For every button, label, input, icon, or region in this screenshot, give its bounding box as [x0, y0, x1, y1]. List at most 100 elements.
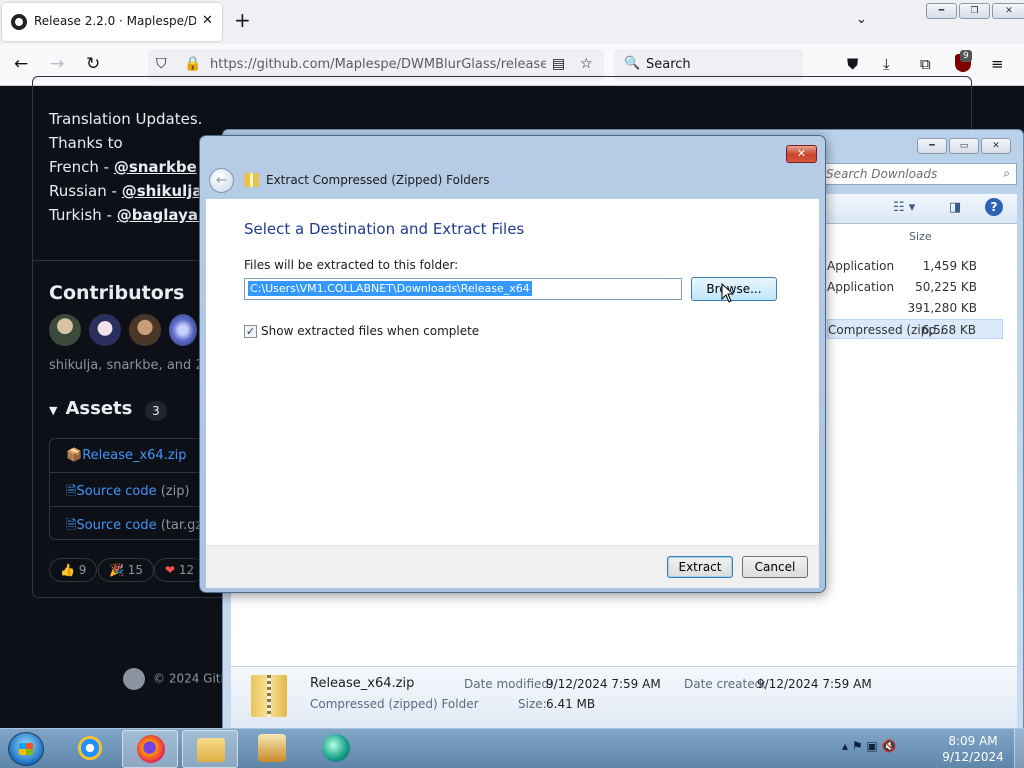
app-icon — [322, 734, 350, 762]
reader-view-icon[interactable]: ▤ — [552, 56, 565, 72]
search-icon: 🔍 — [624, 56, 641, 71]
reaction-thumbs-up[interactable]: 👍 9 — [49, 558, 98, 582]
new-tab-button[interactable]: + — [234, 9, 251, 31]
assets-list: 📦Release_x64.zip 🗎Source code (zip) 🗎Sou… — [49, 438, 209, 540]
menu-icon[interactable]: ≡ — [991, 54, 1004, 74]
firefox-icon — [137, 735, 165, 763]
view-options-icon[interactable]: ☷ ▾ — [893, 200, 915, 215]
file-row[interactable]: 391,280 KB — [827, 298, 1003, 318]
github-favicon-icon — [11, 14, 27, 30]
taskbar-file-explorer[interactable] — [182, 730, 238, 768]
search-icon: ⌕ — [1003, 166, 1010, 180]
explorer-window-controls: ━ ▭ ✕ — [917, 138, 1011, 154]
back-arrow-icon[interactable]: ← — [14, 54, 28, 74]
reaction-hooray[interactable]: 🎉 15 — [98, 558, 155, 582]
destination-path-input[interactable]: C:\Users\VM1.COLLABNET\Downloads\Release… — [244, 278, 682, 300]
file-row[interactable]: Application 50,225 KB — [827, 277, 1003, 297]
tab-title: Release 2.2.0 · Maplespe/DWMB — [34, 14, 196, 28]
show-files-checkbox-label[interactable]: Show extracted files when complete — [261, 324, 479, 338]
assets-count-badge: 3 — [145, 401, 167, 421]
extract-dialog: ✕ ← Extract Compressed (Zipped) Folders … — [199, 135, 826, 593]
party-popper-icon: 🎉 — [109, 563, 124, 577]
file-row[interactable]: Application 1,459 KB — [827, 256, 1003, 276]
file-zip-icon: 🗎 — [66, 484, 77, 499]
browser-window-controls: ━ ❐ ✕ — [926, 3, 1024, 19]
extensions-icon[interactable]: ⧉ — [920, 54, 931, 74]
detail-file-type: Compressed (zipped) Folder — [310, 697, 479, 711]
assets-heading[interactable]: ▼ Assets — [49, 398, 132, 419]
search-placeholder: Search — [646, 57, 691, 72]
package-icon: 📦 — [66, 448, 83, 463]
extension-badge: 9 — [960, 50, 972, 62]
extract-button[interactable]: Extract — [667, 556, 733, 578]
dialog-footer: Extract Cancel — [206, 545, 819, 588]
contributors-names: shikulja, snarkbe, and 2 o — [49, 358, 216, 373]
asset-row[interactable]: 📦Release_x64.zip — [50, 439, 208, 473]
bookmark-star-icon[interactable]: ☆ — [580, 56, 593, 72]
forward-arrow-icon[interactable]: → — [50, 54, 64, 74]
tab-close-icon[interactable]: ✕ — [202, 13, 213, 28]
asset-row[interactable]: 🗎Source code (zip) — [50, 473, 208, 507]
file-zip-icon: 🗎 — [66, 518, 77, 533]
contributor-avatar[interactable] — [169, 314, 197, 346]
taskbar-clock[interactable]: 8:09 AM 9/12/2024 — [936, 733, 1010, 765]
detail-size: 6.41 MB — [546, 697, 596, 711]
detail-file-name: Release_x64.zip — [310, 676, 415, 691]
file-row-selected[interactable]: Compressed (zipp... 6,568 KB — [827, 319, 1003, 339]
pocket-icon[interactable]: ⛊ — [847, 54, 858, 74]
show-files-checkbox[interactable]: ✓ — [244, 325, 257, 338]
media-player-icon — [258, 734, 286, 762]
internet-explorer-icon — [76, 734, 104, 762]
reload-icon[interactable]: ↻ — [86, 54, 100, 74]
details-pane: Release_x64.zip Compressed (zipped) Fold… — [231, 666, 1017, 728]
taskbar-app[interactable] — [308, 730, 364, 768]
system-tray[interactable]: ▴ ⚑ ▣ 🔇 — [842, 739, 897, 753]
back-arrow-icon[interactable]: ← — [209, 168, 234, 193]
show-desktop-button[interactable] — [1014, 729, 1024, 768]
dialog-heading: Select a Destination and Extract Files — [244, 220, 525, 238]
github-logo-icon — [123, 668, 145, 690]
clock-time: 8:09 AM — [948, 734, 998, 748]
folder-icon — [197, 738, 225, 762]
user-link[interactable]: @snarkbe — [114, 158, 197, 176]
tab-list-chevron-icon[interactable]: ⌄ — [856, 12, 867, 27]
asset-row[interactable]: 🗎Source code (tar.gz) — [50, 507, 208, 539]
contributor-avatar[interactable] — [129, 314, 161, 346]
maximize-button[interactable]: ▭ — [949, 138, 979, 154]
taskbar-media-player[interactable] — [244, 730, 300, 768]
heart-icon: ❤ — [165, 563, 176, 577]
thumbs-up-icon: 👍 — [60, 563, 75, 577]
taskbar-firefox[interactable] — [122, 730, 178, 768]
minimize-button[interactable]: ━ — [926, 3, 957, 19]
dialog-title: Extract Compressed (Zipped) Folders — [266, 173, 490, 187]
help-icon[interactable]: ? — [985, 198, 1003, 216]
close-button[interactable]: ✕ — [992, 3, 1024, 19]
user-link[interactable]: @shikulja — [122, 182, 203, 200]
start-button[interactable] — [8, 732, 44, 766]
downloads-icon[interactable]: ⤓ — [883, 54, 890, 74]
contributor-avatar[interactable] — [89, 314, 121, 346]
taskbar: ▴ ⚑ ▣ 🔇 8:09 AM 9/12/2024 — [0, 728, 1024, 768]
dialog-body: Select a Destination and Extract Files F… — [206, 199, 819, 545]
release-notes-line: Translation Updates. — [49, 110, 203, 128]
cancel-button[interactable]: Cancel — [742, 556, 808, 578]
preview-pane-icon[interactable]: ◨ — [949, 200, 961, 215]
dialog-close-button[interactable]: ✕ — [786, 145, 817, 163]
caret-down-icon: ▼ — [49, 404, 58, 417]
reaction-heart[interactable]: ❤ 12 — [154, 558, 206, 582]
shield-icon[interactable]: ⛉ — [156, 56, 167, 72]
credit-line: Russian - @shikulja — [49, 182, 203, 200]
minimize-button[interactable]: ━ — [917, 138, 947, 154]
size-column-header[interactable]: Size — [909, 230, 932, 243]
user-link[interactable]: @baglayan — [117, 206, 209, 224]
credit-line: French - @snarkbe — [49, 158, 197, 176]
explorer-search-input[interactable]: Search Downloads ⌕ — [825, 163, 1017, 185]
zip-folder-icon — [251, 675, 287, 717]
contributor-avatar[interactable] — [49, 314, 81, 346]
taskbar-internet-explorer[interactable] — [62, 730, 118, 768]
detail-date-created: 9/12/2024 7:59 AM — [757, 677, 872, 691]
restore-button[interactable]: ❐ — [959, 3, 990, 19]
lock-icon[interactable]: 🔒 — [184, 56, 201, 72]
browser-tab[interactable]: Release 2.2.0 · Maplespe/DWMB ✕ — [2, 3, 222, 41]
close-button[interactable]: ✕ — [981, 138, 1011, 154]
